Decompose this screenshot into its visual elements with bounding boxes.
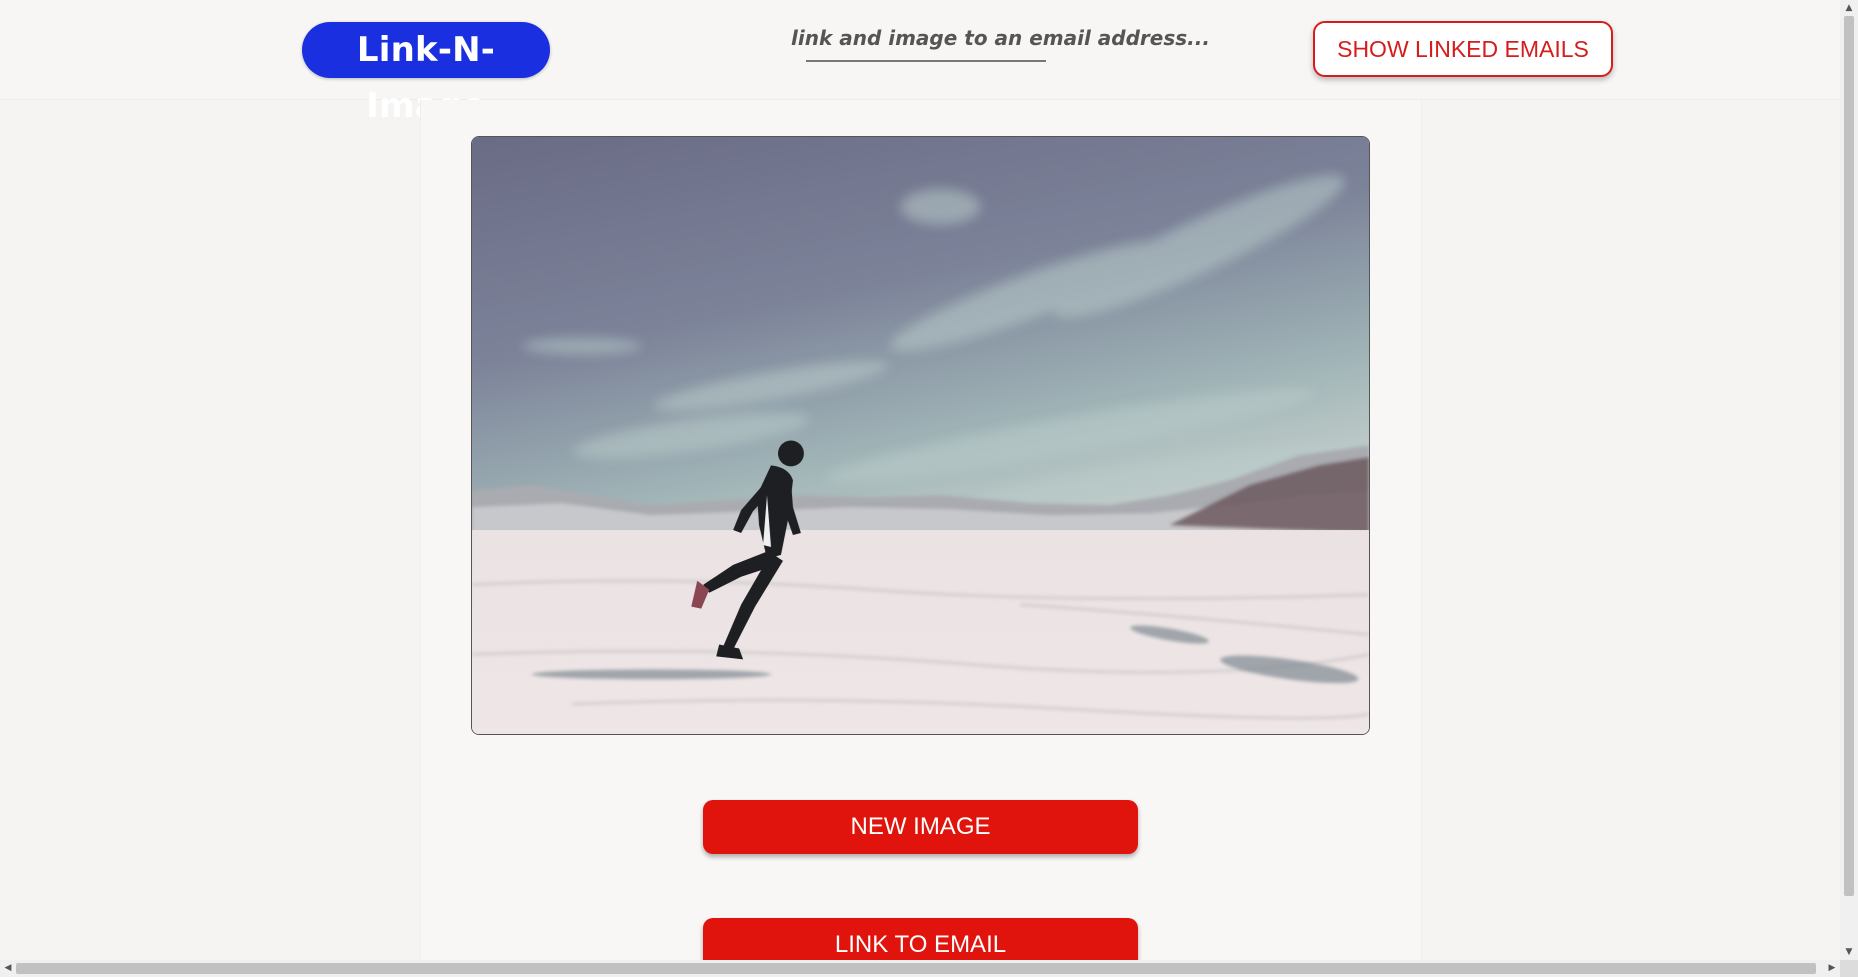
scrollbar-corner — [1840, 960, 1858, 977]
brand-logo[interactable]: Link-N-Image — [302, 22, 550, 126]
scroll-right-icon[interactable]: ▶ — [1824, 960, 1840, 977]
show-linked-emails-button[interactable]: SHOW LINKED EMAILS — [1313, 21, 1613, 77]
scroll-left-icon[interactable]: ◀ — [0, 960, 16, 977]
vertical-scrollbar[interactable]: ▲ ▼ — [1840, 0, 1858, 960]
tagline-text: link and image to an email address... — [791, 26, 1210, 50]
vertical-scroll-thumb[interactable] — [1844, 16, 1854, 896]
photo-of-person-running-on-snowfield-icon — [472, 137, 1369, 734]
horizontal-scroll-thumb[interactable] — [16, 963, 1816, 974]
app-viewport: Link-N-Image link and image to an email … — [0, 0, 1858, 977]
scroll-down-icon[interactable]: ▼ — [1840, 944, 1858, 960]
top-navbar: Link-N-Image link and image to an email … — [0, 0, 1840, 126]
scroll-up-icon[interactable]: ▲ — [1840, 0, 1858, 16]
tagline-underline — [806, 60, 1046, 62]
random-image — [471, 136, 1370, 735]
tagline: link and image to an email address... — [770, 22, 1210, 67]
new-image-button[interactable]: NEW IMAGE — [703, 800, 1138, 854]
horizontal-scrollbar[interactable]: ◀ ▶ — [0, 960, 1840, 977]
